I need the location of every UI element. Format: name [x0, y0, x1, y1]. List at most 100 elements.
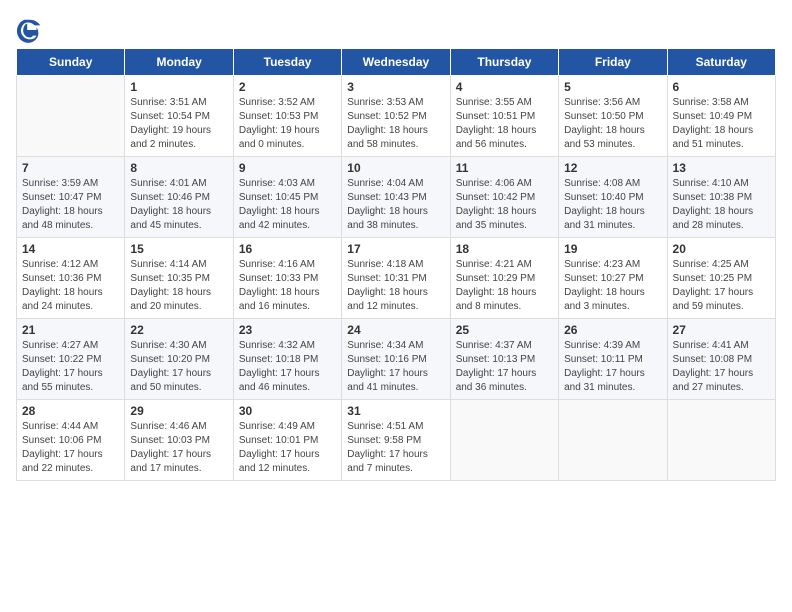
- sunset-text: Sunset: 10:38 PM: [673, 191, 770, 205]
- sunset-text: Sunset: 10:25 PM: [673, 272, 770, 286]
- day-number: 13: [673, 161, 770, 175]
- day-number: 24: [347, 323, 444, 337]
- sunset-text: Sunset: 10:50 PM: [564, 110, 661, 124]
- day-info: Sunrise: 3:59 AMSunset: 10:47 PMDaylight…: [22, 177, 119, 233]
- day-number: 8: [130, 161, 227, 175]
- day-info: Sunrise: 4:27 AMSunset: 10:22 PMDaylight…: [22, 339, 119, 395]
- daylight-text: Daylight: 18 hours and 58 minutes.: [347, 124, 444, 152]
- sunrise-text: Sunrise: 3:56 AM: [564, 96, 661, 110]
- day-info: Sunrise: 4:25 AMSunset: 10:25 PMDaylight…: [673, 258, 770, 314]
- day-info: Sunrise: 4:51 AMSunset: 9:58 PMDaylight:…: [347, 420, 444, 476]
- day-info: Sunrise: 4:14 AMSunset: 10:35 PMDaylight…: [130, 258, 227, 314]
- day-number: 25: [456, 323, 553, 337]
- day-number: 21: [22, 323, 119, 337]
- calendar-cell: 9Sunrise: 4:03 AMSunset: 10:45 PMDayligh…: [233, 157, 341, 238]
- sunrise-text: Sunrise: 4:25 AM: [673, 258, 770, 272]
- calendar-cell: 13 Sunrise: 4:10 AMSunset: 10:38 PMDaylig…: [667, 157, 775, 238]
- day-number: 27: [673, 323, 770, 337]
- weekday-header-monday: Monday: [125, 49, 233, 76]
- sunrise-text: Sunrise: 4:21 AM: [456, 258, 553, 272]
- sunrise-text: Sunrise: 3:58 AM: [673, 96, 770, 110]
- day-info: Sunrise: 3:52 AMSunset: 10:53 PMDaylight…: [239, 96, 336, 152]
- day-number: 31: [347, 404, 444, 418]
- daylight-text: Daylight: 18 hours and 20 minutes.: [130, 286, 227, 314]
- sunset-text: Sunset: 10:35 PM: [130, 272, 227, 286]
- sunrise-text: Sunrise: 4:23 AM: [564, 258, 661, 272]
- daylight-text: Daylight: 18 hours and 31 minutes.: [564, 205, 661, 233]
- day-info: Sunrise: 4:44 AMSunset: 10:06 PMDaylight…: [22, 420, 119, 476]
- day-info: Sunrise: 4:03 AMSunset: 10:45 PMDaylight…: [239, 177, 336, 233]
- day-info: Sunrise: 4:10 AMSunset: 10:38 PMDaylight…: [673, 177, 770, 233]
- sunset-text: Sunset: 10:36 PM: [22, 272, 119, 286]
- sunrise-text: Sunrise: 4:46 AM: [130, 420, 227, 434]
- day-info: Sunrise: 4:08 AMSunset: 10:40 PMDaylight…: [564, 177, 661, 233]
- sunset-text: Sunset: 10:18 PM: [239, 353, 336, 367]
- calendar-cell: 17Sunrise: 4:18 AMSunset: 10:31 PMDaylig…: [342, 238, 450, 319]
- daylight-text: Daylight: 17 hours and 31 minutes.: [564, 367, 661, 395]
- day-number: 30: [239, 404, 336, 418]
- calendar-cell: 23Sunrise: 4:32 AMSunset: 10:18 PMDaylig…: [233, 319, 341, 400]
- daylight-text: Daylight: 17 hours and 7 minutes.: [347, 448, 444, 476]
- day-info: Sunrise: 4:21 AMSunset: 10:29 PMDaylight…: [456, 258, 553, 314]
- sunrise-text: Sunrise: 3:51 AM: [130, 96, 227, 110]
- calendar-cell: 24 Sunrise: 4:34 AMSunset: 10:16 PMDaylig…: [342, 319, 450, 400]
- sunrise-text: Sunrise: 4:49 AM: [239, 420, 336, 434]
- day-number: 11: [456, 161, 553, 175]
- daylight-text: Daylight: 18 hours and 38 minutes.: [347, 205, 444, 233]
- day-info: Sunrise: 4:34 AMSunset: 10:16 PMDaylight…: [347, 339, 444, 395]
- calendar-week-row: 7Sunrise: 3:59 AMSunset: 10:47 PMDayligh…: [17, 157, 776, 238]
- sunset-text: Sunset: 10:46 PM: [130, 191, 227, 205]
- sunset-text: Sunset: 10:13 PM: [456, 353, 553, 367]
- sunrise-text: Sunrise: 4:06 AM: [456, 177, 553, 191]
- daylight-text: Daylight: 18 hours and 35 minutes.: [456, 205, 553, 233]
- calendar-cell: 22Sunrise: 4:30 AMSunset: 10:20 PMDaylig…: [125, 319, 233, 400]
- day-info: Sunrise: 3:56 AMSunset: 10:50 PMDaylight…: [564, 96, 661, 152]
- calendar-cell: 27Sunrise: 4:41 AMSunset: 10:08 PMDaylig…: [667, 319, 775, 400]
- daylight-text: Daylight: 18 hours and 56 minutes.: [456, 124, 553, 152]
- weekday-header-tuesday: Tuesday: [233, 49, 341, 76]
- calendar-cell: 11Sunrise: 4:06 AMSunset: 10:42 PMDaylig…: [450, 157, 558, 238]
- day-number: 1: [130, 80, 227, 94]
- sunrise-text: Sunrise: 4:01 AM: [130, 177, 227, 191]
- daylight-text: Daylight: 18 hours and 8 minutes.: [456, 286, 553, 314]
- daylight-text: Daylight: 17 hours and 55 minutes.: [22, 367, 119, 395]
- sunset-text: Sunset: 10:11 PM: [564, 353, 661, 367]
- sunset-text: Sunset: 10:43 PM: [347, 191, 444, 205]
- sunset-text: Sunset: 10:29 PM: [456, 272, 553, 286]
- sunset-text: Sunset: 10:20 PM: [130, 353, 227, 367]
- calendar-week-row: 1Sunrise: 3:51 AMSunset: 10:54 PMDayligh…: [17, 76, 776, 157]
- daylight-text: Daylight: 18 hours and 53 minutes.: [564, 124, 661, 152]
- sunrise-text: Sunrise: 4:51 AM: [347, 420, 444, 434]
- sunrise-text: Sunrise: 3:53 AM: [347, 96, 444, 110]
- weekday-header-saturday: Saturday: [667, 49, 775, 76]
- day-info: Sunrise: 3:53 AMSunset: 10:52 PMDaylight…: [347, 96, 444, 152]
- day-number: 19: [564, 242, 661, 256]
- day-info: Sunrise: 4:16 AMSunset: 10:33 PMDaylight…: [239, 258, 336, 314]
- day-number: 6: [673, 80, 770, 94]
- daylight-text: Daylight: 18 hours and 48 minutes.: [22, 205, 119, 233]
- day-info: Sunrise: 4:23 AMSunset: 10:27 PMDaylight…: [564, 258, 661, 314]
- calendar-cell: 21 Sunrise: 4:27 AMSunset: 10:22 PMDaylig…: [17, 319, 125, 400]
- day-info: Sunrise: 4:18 AMSunset: 10:31 PMDaylight…: [347, 258, 444, 314]
- daylight-text: Daylight: 18 hours and 51 minutes.: [673, 124, 770, 152]
- day-number: 29: [130, 404, 227, 418]
- sunrise-text: Sunrise: 4:14 AM: [130, 258, 227, 272]
- daylight-text: Daylight: 17 hours and 12 minutes.: [239, 448, 336, 476]
- sunset-text: Sunset: 10:16 PM: [347, 353, 444, 367]
- day-number: 10: [347, 161, 444, 175]
- sunset-text: Sunset: 10:06 PM: [22, 434, 119, 448]
- sunset-text: Sunset: 10:53 PM: [239, 110, 336, 124]
- sunrise-text: Sunrise: 4:32 AM: [239, 339, 336, 353]
- daylight-text: Daylight: 17 hours and 59 minutes.: [673, 286, 770, 314]
- day-info: Sunrise: 4:49 AMSunset: 10:01 PMDaylight…: [239, 420, 336, 476]
- sunset-text: Sunset: 10:51 PM: [456, 110, 553, 124]
- sunrise-text: Sunrise: 4:37 AM: [456, 339, 553, 353]
- sunrise-text: Sunrise: 4:39 AM: [564, 339, 661, 353]
- sunset-text: Sunset: 10:08 PM: [673, 353, 770, 367]
- sunrise-text: Sunrise: 4:41 AM: [673, 339, 770, 353]
- calendar-cell: 6Sunrise: 3:58 AMSunset: 10:49 PMDayligh…: [667, 76, 775, 157]
- day-number: 14: [22, 242, 119, 256]
- day-number: 22: [130, 323, 227, 337]
- day-info: Sunrise: 4:01 AMSunset: 10:46 PMDaylight…: [130, 177, 227, 233]
- day-number: 2: [239, 80, 336, 94]
